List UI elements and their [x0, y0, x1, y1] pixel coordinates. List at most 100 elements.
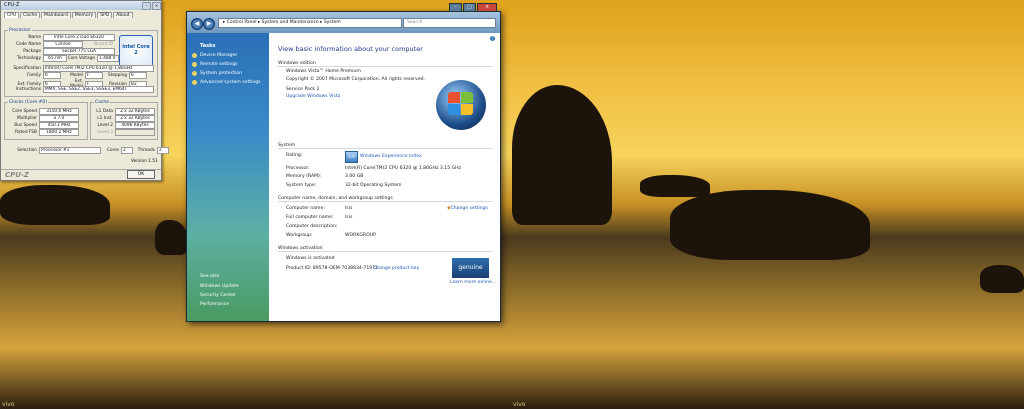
workgroup-value: WORKGROUP [345, 233, 376, 238]
genuine-badge[interactable]: genuine [452, 258, 489, 278]
system-type-value: 32-bit Operating System [345, 183, 402, 188]
clock-row: Multiplier x 7.0 [5, 115, 79, 122]
upgrade-link[interactable]: Upgrade Windows Vista [286, 94, 340, 99]
spec-label: Specification [13, 66, 41, 71]
section-system: System [278, 143, 493, 149]
memory-value: 3.00 GB [345, 174, 364, 179]
ok-button[interactable]: OK [127, 170, 155, 179]
minimize-button[interactable]: – [142, 2, 151, 10]
field-package: Package Socket 775 LGA [5, 48, 115, 55]
link-performance[interactable]: Performance [187, 300, 239, 309]
tab-spd[interactable]: SPD [97, 12, 113, 18]
close-button[interactable]: × [477, 3, 497, 12]
main-pane: ? View basic information about your comp… [269, 33, 500, 321]
family-value: 6 [43, 72, 61, 79]
task-pane: Tasks Device Manager Remote settings Sys… [187, 33, 269, 321]
maximize-button[interactable]: □ [463, 3, 476, 12]
field-codename: Code Name Conroe Brand ID [5, 41, 113, 48]
processor-value: Intel(R) Core(TM)2 CPU 6320 @ 1.86GHz 3.… [345, 166, 462, 171]
logo-quadrant [461, 92, 473, 103]
cache-row: L1 Inst. 2 x 32 KBytes [91, 115, 155, 122]
family-label: Family [27, 73, 41, 78]
learn-more-link[interactable]: Learn more online... [450, 280, 496, 285]
description-label: Computer description: [286, 224, 338, 229]
section-computer-name: Computer name, domain, and workgroup set… [278, 196, 493, 202]
version-label: Version 1.51 [131, 159, 158, 164]
minimize-button[interactable]: – [449, 3, 462, 12]
watermark: vivo [2, 401, 15, 408]
field-value: 65 nm [43, 55, 67, 62]
back-button[interactable]: ◀ [191, 18, 203, 30]
rating-badge[interactable]: 5.9 [345, 151, 358, 163]
clock-value: 450.1 MHz [39, 122, 79, 129]
instructions-value: MMX, SSE, SSE2, SSE3, SSSE3, EM64T [43, 86, 154, 93]
cache-value: 4096 KBytes [115, 122, 155, 129]
field-label: Name [28, 35, 41, 40]
watermark: vivo [513, 401, 526, 408]
field-value: Conroe [43, 41, 83, 48]
core-voltage-value: 1.488 V [97, 55, 119, 62]
copyright-text: Copyright © 2007 Microsoft Corporation. … [286, 77, 425, 82]
cpuz-title: CPU-Z [4, 2, 20, 8]
system-window[interactable]: – □ × ◀ ▶ ▸ Control Panel ▸ System and M… [186, 3, 501, 322]
wallpaper-rock [640, 175, 710, 197]
cache-label: Level 2 [97, 123, 113, 128]
tab-cache[interactable]: Cache [20, 12, 41, 18]
field-label: Package [23, 49, 41, 54]
logo-quadrant [461, 104, 473, 115]
change-settings-link[interactable]: ◆Change settings [447, 206, 488, 211]
clock-row: Rated FSB 1800.2 MHz [5, 129, 79, 136]
change-settings-label: Change settings [450, 206, 488, 211]
wallpaper-rock [155, 220, 187, 255]
section-edition: Windows edition [278, 61, 493, 67]
link-security-center[interactable]: Security Center [187, 291, 239, 300]
clock-row: Bus Speed 450.1 MHz [5, 122, 79, 129]
change-key-link[interactable]: Change product key [373, 266, 419, 271]
cores-value: 2 [121, 147, 133, 154]
field-label: Technology [16, 56, 41, 61]
wallpaper-rock [670, 190, 870, 260]
wallpaper-rock [0, 185, 110, 225]
selection-dropdown[interactable]: Processor #1 [39, 147, 101, 154]
task-system-protection[interactable]: System protection [187, 69, 269, 78]
forward-button[interactable]: ▶ [203, 18, 215, 30]
address-bar[interactable]: ▸ Control Panel ▸ System and Maintenance… [218, 18, 402, 28]
memory-label: Memory (RAM): [286, 174, 322, 179]
logo-quadrant [448, 92, 460, 103]
tab-mainboard[interactable]: Mainboard [41, 12, 71, 18]
clock-value: x 7.0 [39, 115, 79, 122]
full-name-label: Full computer name: [286, 215, 334, 220]
clock-label: Multiplier [16, 116, 37, 121]
field-name: Name Intel Core 2 Duo E6320 [5, 34, 115, 41]
clock-value: 3150.6 MHz [39, 108, 79, 115]
wallpaper-rock [980, 265, 1024, 293]
help-icon[interactable]: ? [490, 36, 495, 41]
search-input[interactable]: Search [403, 18, 496, 28]
task-advanced-settings[interactable]: Advanced system settings [187, 78, 269, 87]
windows-logo [436, 80, 486, 130]
cpuz-window[interactable]: CPU-Z – × CPU Cache Mainboard Memory SPD… [0, 0, 169, 181]
task-device-manager[interactable]: Device Manager [187, 51, 269, 60]
selection-row: Selection Processor #1 Cores 2 Threads 2 [5, 147, 169, 154]
activation-status: Windows is activated [286, 256, 335, 261]
stepping-label: Stepping [107, 73, 127, 78]
clock-label: Bus Speed [14, 123, 37, 128]
group-title: Processor [8, 28, 32, 33]
cache-label: L1 Data [96, 109, 113, 114]
close-button[interactable]: × [152, 2, 161, 10]
task-remote-settings[interactable]: Remote settings [187, 60, 269, 69]
tab-cpu[interactable]: CPU [4, 12, 20, 18]
link-windows-update[interactable]: Windows Update [187, 282, 239, 291]
experience-index-link[interactable]: Windows Experience Index [360, 154, 422, 159]
cache-row: Level 3 [91, 129, 155, 136]
processor-label: Processor: [286, 166, 310, 171]
model-label: Model [70, 73, 83, 78]
cpuz-titlebar[interactable]: CPU-Z – × [1, 1, 161, 10]
page-title: View basic information about your comput… [278, 45, 423, 53]
tab-memory[interactable]: Memory [71, 12, 97, 18]
clock-row: Core Speed 3150.6 MHz [5, 108, 79, 115]
clock-label: Rated FSB [14, 130, 37, 135]
tab-about[interactable]: About [113, 12, 133, 18]
cpuz-tabs: CPU Cache Mainboard Memory SPD About [1, 10, 161, 18]
cores-label: Cores [106, 148, 119, 153]
